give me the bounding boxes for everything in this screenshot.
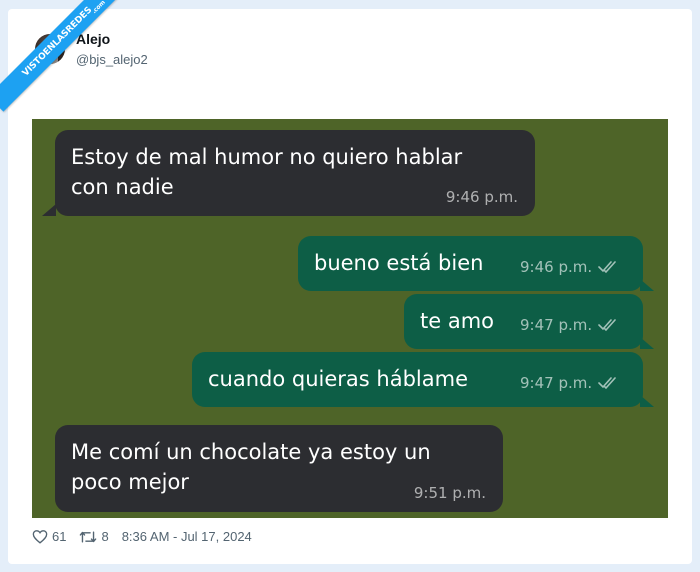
message-time: 9:46 p.m. bbox=[445, 188, 518, 206]
message-bubble-outgoing: te amo 9:47 p.m. bbox=[404, 294, 643, 349]
double-check-icon bbox=[598, 260, 620, 278]
message-time: 9:47 p.m. bbox=[520, 374, 593, 392]
retweet-count: 8 bbox=[101, 529, 109, 544]
tweet-timestamp[interactable]: 8:36 AM - Jul 17, 2024 bbox=[122, 529, 252, 544]
author-handle[interactable]: @bjs_alejo2 bbox=[76, 52, 148, 67]
message-meta: 9:47 p.m. bbox=[520, 316, 620, 336]
chat-screenshot: Estoy de mal humor no quiero hablar con … bbox=[32, 119, 668, 518]
message-text: cuando quieras háblame bbox=[208, 367, 468, 391]
message-time: 9:46 p.m. bbox=[520, 258, 593, 276]
message-time: 9:51 p.m. bbox=[413, 484, 486, 502]
double-check-icon bbox=[598, 376, 620, 394]
heart-icon bbox=[32, 530, 48, 544]
message-text: Estoy de mal humor no quiero hablar con … bbox=[71, 145, 463, 199]
message-text: bueno está bien bbox=[314, 251, 484, 275]
like-button[interactable]: 61 bbox=[32, 529, 66, 544]
bubble-tail bbox=[42, 204, 56, 216]
message-time: 9:47 p.m. bbox=[520, 316, 593, 334]
message-meta: 9:46 p.m. bbox=[520, 258, 620, 278]
tweet-footer: 61 8 8:36 AM - Jul 17, 2024 bbox=[32, 529, 265, 544]
watermark-subtext: .com bbox=[90, 0, 107, 16]
like-count: 61 bbox=[52, 529, 67, 544]
retweet-icon bbox=[80, 530, 97, 543]
message-bubble-incoming: Me comí un chocolate ya estoy un poco me… bbox=[55, 425, 503, 512]
message-bubble-incoming: Estoy de mal humor no quiero hablar con … bbox=[55, 130, 535, 216]
message-meta: 9:47 p.m. bbox=[520, 374, 620, 394]
double-check-icon bbox=[598, 318, 620, 336]
message-text: Me comí un chocolate ya estoy un poco me… bbox=[71, 440, 431, 494]
retweet-button[interactable]: 8 bbox=[79, 529, 109, 544]
message-bubble-outgoing: bueno está bien 9:46 p.m. bbox=[298, 236, 643, 291]
message-bubble-outgoing: cuando quieras háblame 9:47 p.m. bbox=[192, 352, 643, 407]
message-text: te amo bbox=[420, 309, 495, 333]
